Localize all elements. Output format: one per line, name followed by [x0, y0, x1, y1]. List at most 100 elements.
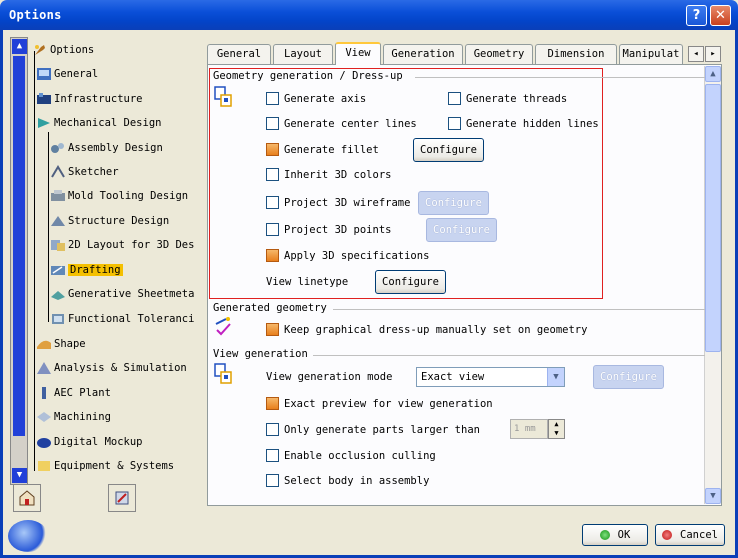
sheetmetal-icon: [50, 287, 66, 301]
panel-scroll-thumb[interactable]: [705, 84, 721, 352]
aec-plant-icon: [36, 386, 52, 400]
equipment-icon: [36, 459, 52, 473]
tab-manipulator[interactable]: Manipulat: [619, 44, 683, 64]
drafting-icon: [50, 263, 66, 277]
panel-scroll-up-icon[interactable]: ▲: [705, 66, 721, 82]
inherit-3d-colors-checkbox[interactable]: Inherit 3D colors: [266, 168, 391, 181]
generate-hidden-lines-checkbox[interactable]: Generate hidden lines: [448, 117, 599, 130]
tree-home-button[interactable]: [13, 484, 41, 512]
tree-item-shape[interactable]: Shape: [36, 335, 86, 353]
tab-view[interactable]: View: [335, 42, 381, 65]
drawing-view-icon: [214, 86, 232, 107]
tree-item-tolerancing[interactable]: Functional Toleranci: [50, 310, 194, 328]
only-larger-parts-checkbox[interactable]: Only generate parts larger than: [266, 423, 480, 436]
generate-threads-checkbox[interactable]: Generate threads: [448, 92, 567, 105]
panel-scroll-down-icon[interactable]: ▼: [705, 488, 721, 504]
tree-item-options[interactable]: Options: [32, 41, 94, 59]
section-title-generated: Generated geometry: [213, 302, 327, 314]
assembly-design-icon: [50, 141, 66, 155]
cancel-button[interactable]: Cancel: [655, 524, 725, 546]
select-body-checkbox[interactable]: Select body in assembly: [266, 474, 429, 487]
project-3d-wireframe-checkbox[interactable]: Project 3D wireframe: [266, 196, 410, 209]
tree-item-aec-plant[interactable]: AEC Plant: [36, 384, 111, 402]
dressup-wand-icon: [215, 317, 231, 336]
project-3d-points-checkbox[interactable]: Project 3D points: [266, 223, 391, 236]
wireframe-configure-button[interactable]: Configure: [418, 191, 489, 215]
tree-item-2d-layout[interactable]: 2D Layout for 3D Des: [50, 236, 194, 254]
tools-options-icon: [115, 491, 129, 505]
tree-item-general[interactable]: General: [36, 65, 98, 83]
tree-item-mold-tooling[interactable]: Mold Tooling Design: [50, 187, 188, 205]
fillet-configure-button[interactable]: Configure: [413, 138, 484, 162]
tab-general[interactable]: General: [207, 44, 271, 64]
generate-axis-checkbox[interactable]: Generate axis: [266, 92, 366, 105]
digital-mockup-icon: [36, 435, 52, 449]
general-icon: [36, 67, 52, 81]
tab-geometry[interactable]: Geometry: [465, 44, 533, 64]
tree-item-assembly-design[interactable]: Assembly Design: [50, 139, 163, 157]
tree-item-sketcher[interactable]: Sketcher: [50, 163, 119, 181]
section-divider: [333, 309, 705, 310]
catia-logo: [8, 520, 48, 552]
machining-icon: [36, 410, 52, 424]
part-size-spinner[interactable]: 1 mm ▲ ▼: [510, 419, 565, 439]
tree-item-analysis[interactable]: Analysis & Simulation: [36, 359, 187, 377]
options-tree: ▲ ▼ Options General Infrastructure Mecha…: [10, 37, 205, 485]
section-divider: [313, 355, 705, 356]
tree-item-structure-design[interactable]: Structure Design: [50, 212, 169, 230]
tree-item-equipment[interactable]: Equipment & Systems: [36, 457, 174, 475]
tab-generation[interactable]: Generation: [383, 44, 463, 64]
close-button[interactable]: ✕: [710, 5, 731, 26]
ok-button[interactable]: OK: [582, 524, 648, 546]
tree-line: [48, 132, 49, 322]
tree-item-drafting[interactable]: Drafting: [50, 261, 123, 279]
spin-updown-icon[interactable]: ▲ ▼: [548, 419, 565, 439]
sketcher-icon: [50, 165, 66, 179]
tree-scroll-down-icon[interactable]: ▼: [12, 468, 27, 483]
ok-icon: [599, 530, 610, 540]
chevron-down-icon[interactable]: ▼: [547, 368, 564, 386]
layout-2d-icon: [50, 238, 66, 252]
section-divider: [415, 77, 705, 78]
tree-item-digital-mockup[interactable]: Digital Mockup: [36, 433, 143, 451]
tab-strip: General Layout View Generation Geometry …: [207, 42, 727, 65]
infrastructure-icon: [36, 92, 52, 106]
home-settings-icon: [19, 490, 35, 506]
tab-layout[interactable]: Layout: [273, 44, 333, 64]
generate-center-lines-checkbox[interactable]: Generate center lines: [266, 117, 417, 130]
panel-scrollbar[interactable]: ▲ ▼: [704, 66, 721, 504]
view-generation-mode-select[interactable]: Exact view ▼: [416, 367, 565, 387]
tree-settings-button[interactable]: [108, 484, 136, 512]
tree-item-machining[interactable]: Machining: [36, 408, 111, 426]
tree-scrollbar[interactable]: ▲ ▼: [10, 37, 28, 485]
structure-design-icon: [50, 214, 66, 228]
tab-scroll-left-icon[interactable]: ◂: [688, 46, 704, 62]
view-generation-mode-label: View generation mode: [266, 371, 393, 383]
tree-item-mechanical-design[interactable]: Mechanical Design: [36, 114, 161, 132]
analysis-icon: [36, 361, 52, 375]
keep-dressup-checkbox[interactable]: Keep graphical dress-up manually set on …: [266, 323, 587, 336]
tree-item-sheetmetal[interactable]: Generative Sheetmeta: [50, 285, 194, 303]
help-button[interactable]: ?: [686, 5, 707, 26]
title-bar[interactable]: Options ? ✕: [0, 0, 738, 30]
tab-scroll-right-icon[interactable]: ▸: [705, 46, 721, 62]
tree-item-infrastructure[interactable]: Infrastructure: [36, 90, 143, 108]
mold-tooling-icon: [50, 189, 66, 203]
cancel-icon: [662, 530, 673, 540]
tree-scroll-up-icon[interactable]: ▲: [12, 39, 27, 54]
section-title-view-generation: View generation: [213, 348, 308, 360]
exact-preview-checkbox[interactable]: Exact preview for view generation: [266, 397, 493, 410]
tab-dimension[interactable]: Dimension: [535, 44, 617, 64]
tree-scroll-thumb[interactable]: [13, 56, 25, 436]
occlusion-culling-checkbox[interactable]: Enable occlusion culling: [266, 449, 436, 462]
generate-fillet-checkbox[interactable]: Generate fillet: [266, 143, 379, 156]
shape-icon: [36, 337, 52, 351]
apply-3d-specifications-checkbox[interactable]: Apply 3D specifications: [266, 249, 429, 262]
linetype-configure-button[interactable]: Configure: [375, 270, 446, 294]
mode-configure-button[interactable]: Configure: [593, 365, 664, 389]
view-linetype-label: View linetype: [266, 276, 349, 288]
tree-line: [34, 51, 35, 471]
view-generation-icon: [214, 363, 232, 384]
tolerancing-icon: [50, 312, 66, 326]
points-configure-button[interactable]: Configure: [426, 218, 497, 242]
